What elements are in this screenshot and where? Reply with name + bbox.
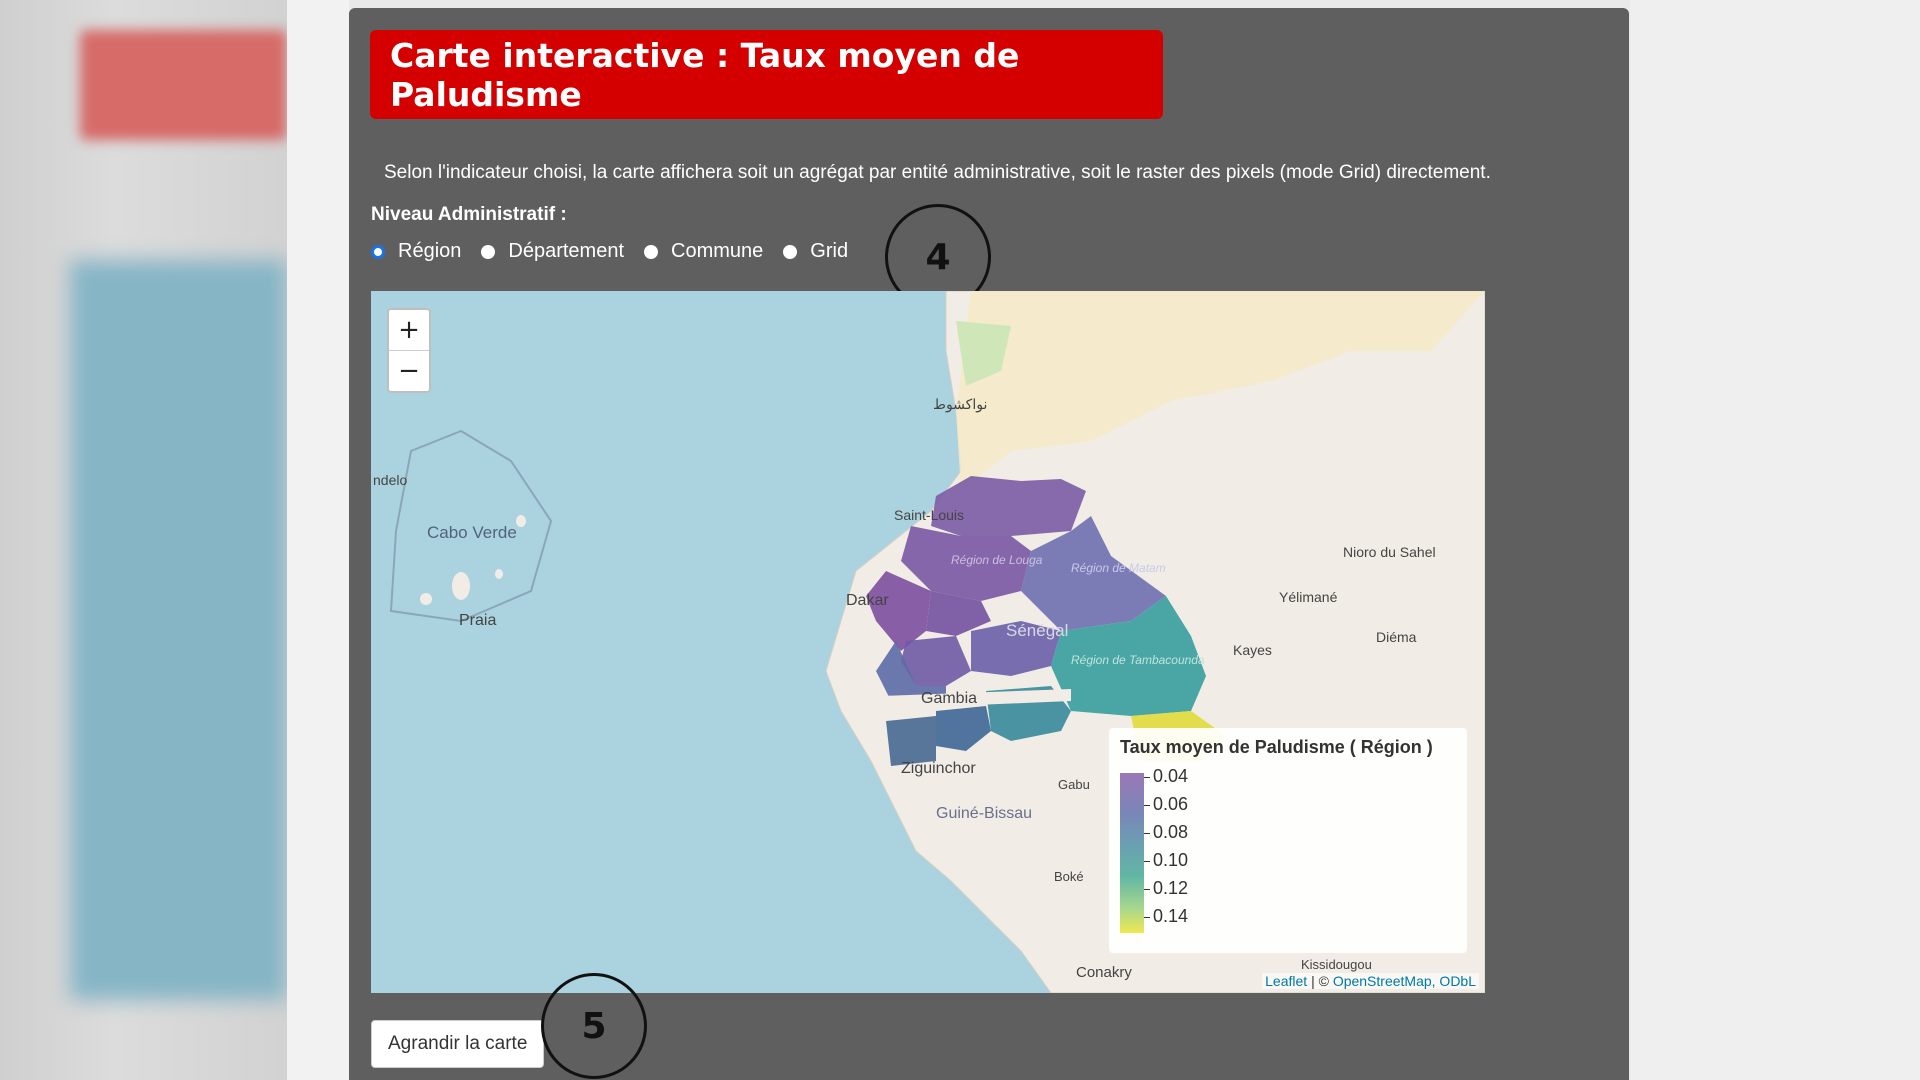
map-panel: Carte interactive : Taux moyen de Paludi… bbox=[349, 8, 1629, 1080]
zoom-control: + − bbox=[387, 308, 431, 393]
legend-tick-label: 0.10 bbox=[1153, 850, 1189, 870]
region-ziguinchor bbox=[886, 716, 936, 766]
label-senegal: Sénégal bbox=[1006, 621, 1069, 640]
label-praia: Praia bbox=[459, 612, 497, 629]
label-kissidougou: Kissidougou bbox=[1301, 957, 1372, 972]
radio-label: Grid bbox=[810, 240, 849, 262]
legend-title: Taux moyen de Paludisme ( Région ) bbox=[1120, 737, 1433, 757]
blurred-header bbox=[80, 30, 287, 140]
radio-label: Région bbox=[398, 240, 462, 262]
legend-tick-label: 0.14 bbox=[1153, 906, 1189, 926]
radio-dot-selected-icon[interactable] bbox=[371, 244, 385, 259]
island bbox=[420, 593, 432, 605]
legend-tick-label: 0.08 bbox=[1153, 822, 1189, 842]
radio-label: Commune bbox=[671, 240, 764, 262]
gutter bbox=[287, 0, 349, 1080]
label-ziguinchor: Ziguinchor bbox=[901, 760, 976, 777]
legend-tick bbox=[1144, 777, 1150, 778]
callout-marker-5: 5 bbox=[541, 973, 647, 1079]
legend-tick bbox=[1144, 833, 1150, 834]
radio-region[interactable]: Région bbox=[371, 240, 461, 263]
radio-label: Département bbox=[508, 240, 625, 262]
legend-tick bbox=[1144, 805, 1150, 806]
radio-dot-icon[interactable] bbox=[644, 244, 659, 259]
radio-commune[interactable]: Commune bbox=[644, 240, 763, 263]
zoom-in-button[interactable]: + bbox=[389, 310, 429, 350]
island bbox=[495, 569, 503, 579]
map-attribution: Leaflet | © OpenStreetMap, ODbL bbox=[1262, 973, 1479, 989]
label-region-louga: Région de Louga bbox=[951, 553, 1043, 567]
page-title: Carte interactive : Taux moyen de Paludi… bbox=[370, 30, 1163, 119]
radio-departement[interactable]: Département bbox=[481, 240, 624, 263]
legend-tick-label: 0.06 bbox=[1153, 794, 1189, 814]
label-nouakchott: نواكشوط bbox=[933, 396, 988, 412]
background-blur-left bbox=[0, 0, 287, 1080]
map-legend: Taux moyen de Paludisme ( Région ) 0.04 … bbox=[1109, 728, 1467, 953]
label-yelimane: Yélimané bbox=[1279, 589, 1338, 605]
legend-tick bbox=[1144, 889, 1150, 890]
legend-color-ramp bbox=[1120, 773, 1144, 933]
island bbox=[452, 572, 470, 600]
label-kayes: Kayes bbox=[1233, 642, 1272, 658]
leaflet-link[interactable]: Leaflet bbox=[1265, 973, 1307, 989]
description-text: Selon l'indicateur choisi, la carte affi… bbox=[384, 162, 1491, 183]
island bbox=[516, 515, 526, 527]
label-boke: Boké bbox=[1054, 869, 1084, 884]
legend-tick-label: 0.04 bbox=[1153, 766, 1189, 786]
label-guinee-bissau: Guiné-Bissau bbox=[936, 805, 1033, 822]
label-dakar: Dakar bbox=[846, 592, 889, 609]
leaflet-map[interactable]: Cabo Verde Praia ndelo Dakar Saint-Louis… bbox=[371, 291, 1485, 993]
admin-level-radio-group: Région Département Commune Grid bbox=[371, 240, 868, 263]
label-gabu: Gabu bbox=[1058, 777, 1090, 792]
label-cabo-verde: Cabo Verde bbox=[427, 523, 517, 542]
label-nioro: Nioro du Sahel bbox=[1343, 544, 1436, 560]
radio-grid[interactable]: Grid bbox=[783, 240, 848, 263]
legend-tick bbox=[1144, 861, 1150, 862]
label-diema: Diéma bbox=[1376, 629, 1417, 645]
zoom-out-button[interactable]: − bbox=[389, 350, 429, 391]
legend-tick bbox=[1144, 917, 1150, 918]
label-conakry: Conakry bbox=[1076, 964, 1132, 981]
admin-level-label: Niveau Administratif : bbox=[371, 204, 567, 225]
attribution-separator: | © bbox=[1307, 973, 1333, 989]
osm-link[interactable]: OpenStreetMap, ODbL bbox=[1333, 973, 1476, 989]
radio-dot-icon[interactable] bbox=[783, 244, 798, 259]
background-right bbox=[1630, 0, 1920, 1080]
enlarge-map-button[interactable]: Agrandir la carte bbox=[371, 1020, 545, 1068]
label-mindelo: ndelo bbox=[373, 472, 408, 488]
label-gambia: Gambia bbox=[921, 690, 978, 707]
legend-tick-label: 0.12 bbox=[1153, 878, 1189, 898]
label-region-tambacounda: Région de Tambacounda bbox=[1071, 653, 1205, 667]
blurred-map bbox=[70, 260, 287, 1000]
label-region-matam: Région de Matam bbox=[1071, 561, 1166, 575]
label-saint-louis: Saint-Louis bbox=[894, 507, 965, 523]
radio-dot-icon[interactable] bbox=[481, 244, 496, 259]
